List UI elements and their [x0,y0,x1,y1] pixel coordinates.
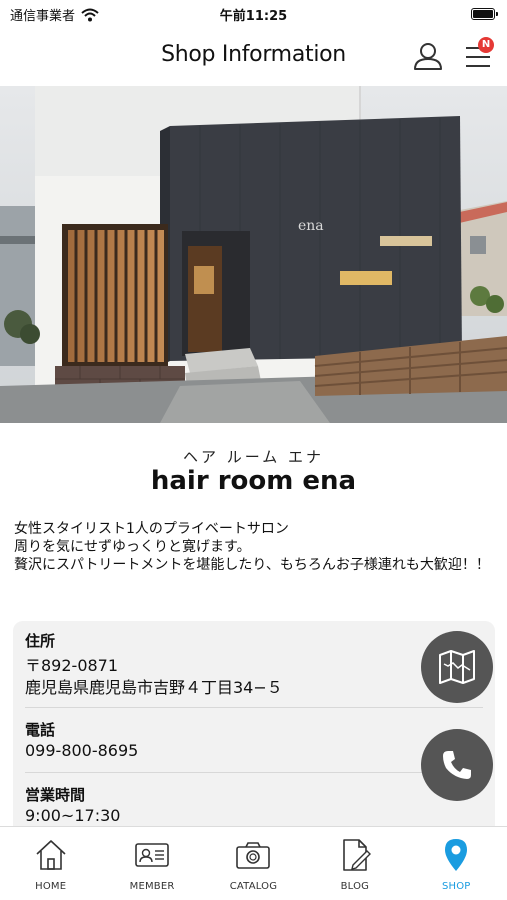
house-icon [36,840,66,870]
tab-label: CATALOG [229,881,278,892]
tab-catalog[interactable]: CATALOG [203,827,304,900]
tab-home[interactable]: HOME [0,827,101,900]
location-pin-icon [445,839,468,871]
shop-description: 女性スタイリスト1人のプライベートサロン 周りを気にせずゆっくりと寛げます。 贅… [14,521,490,573]
phone-label: 電話 [25,721,56,739]
call-button[interactable] [421,729,493,801]
nav-bar: Shop Information N [0,28,507,86]
tab-label: BLOG [340,881,370,892]
tab-label: SHOP [441,881,471,892]
shop-photo: ena [0,86,507,423]
hours-label: 営業時間 [25,786,86,804]
signage-text: ena [298,218,324,234]
member-card-icon [135,843,169,867]
phone-number[interactable]: 099-800-8695 [25,740,483,762]
phone-section: 電話 099-800-8695 [25,720,483,762]
address-text: 鹿児島県鹿児島市吉野４丁目34−５ [25,678,283,697]
tab-member[interactable]: MEMBER [101,827,202,900]
address-label: 住所 [25,632,56,650]
divider [25,772,483,773]
hours-text: 9:00~17:30 [25,806,121,825]
divider [25,707,483,708]
tab-shop[interactable]: SHOP [406,827,507,900]
user-icon[interactable] [412,40,444,72]
map-icon [439,650,475,684]
camera-icon [236,842,271,869]
map-button[interactable] [421,631,493,703]
phone-icon [443,751,471,779]
postal-code: 〒892-0871 [25,656,119,675]
shop-name: hair room ena [150,466,357,496]
battery-icon [471,8,498,20]
blog-pen-icon [343,839,371,871]
shop-name-kana: ヘア ルーム エナ [182,448,325,466]
tab-label: MEMBER [129,881,175,892]
tab-bar: HOME MEMBER CATALOG BLOG SHOP [0,826,507,900]
status-bar: 通信事業者 午前11:25 [0,0,507,28]
notification-badge: N [478,37,494,53]
tab-blog[interactable]: BLOG [304,827,405,900]
status-time: 午前11:25 [219,9,288,24]
hours-section: 営業時間 9:00~17:30 [25,785,483,827]
address-section: 住所 〒892-0871 鹿児島県鹿児島市吉野４丁目34−５ [25,631,483,699]
tab-label: HOME [35,881,67,892]
